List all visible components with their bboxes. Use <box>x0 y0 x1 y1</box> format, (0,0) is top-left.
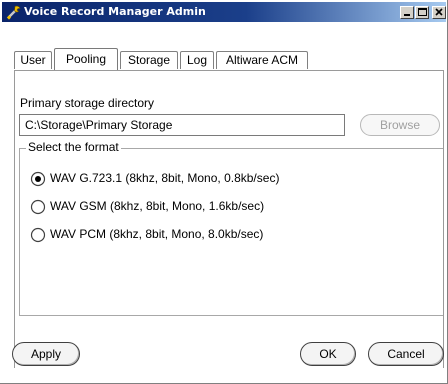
close-icon <box>435 8 443 16</box>
cancel-button[interactable]: Cancel <box>368 342 444 366</box>
primary-storage-label: Primary storage directory <box>20 96 155 110</box>
wrench-tool-icon <box>6 4 22 20</box>
tab-log[interactable]: Log <box>180 51 214 69</box>
format-option-label: WAV PCM (8khz, 8bit, Mono, 8.0kb/sec) <box>50 227 264 241</box>
window-title: Voice Record Manager Admin <box>24 5 206 18</box>
format-group-label: Select the format <box>26 140 121 154</box>
tab-user[interactable]: User <box>14 51 52 69</box>
browse-button[interactable]: Browse <box>360 114 440 136</box>
tab-altiware-acm[interactable]: Altiware ACM <box>216 51 308 69</box>
tab-pooling[interactable]: Pooling <box>54 48 118 70</box>
admin-window: Voice Record Manager Admin User Pooling … <box>0 0 448 384</box>
minimize-icon <box>404 14 410 16</box>
primary-storage-directory-input[interactable] <box>19 114 345 136</box>
radio-selected-icon[interactable] <box>30 171 46 187</box>
radio-unselected-icon[interactable] <box>30 199 46 215</box>
maximize-button[interactable] <box>415 6 429 19</box>
ok-button[interactable]: OK <box>300 342 356 366</box>
format-option-label: WAV G.723.1 (8khz, 8bit, Mono, 0.8kb/sec… <box>50 171 280 185</box>
format-option-label: WAV GSM (8khz, 8bit, Mono, 1.6kb/sec) <box>50 199 265 213</box>
apply-button[interactable]: Apply <box>12 342 80 366</box>
close-button[interactable] <box>432 6 446 19</box>
minimize-button[interactable] <box>400 6 414 19</box>
radio-unselected-icon[interactable] <box>30 227 46 243</box>
title-bar[interactable]: Voice Record Manager Admin <box>2 2 446 22</box>
maximize-icon <box>418 8 427 16</box>
tab-storage[interactable]: Storage <box>120 51 178 69</box>
